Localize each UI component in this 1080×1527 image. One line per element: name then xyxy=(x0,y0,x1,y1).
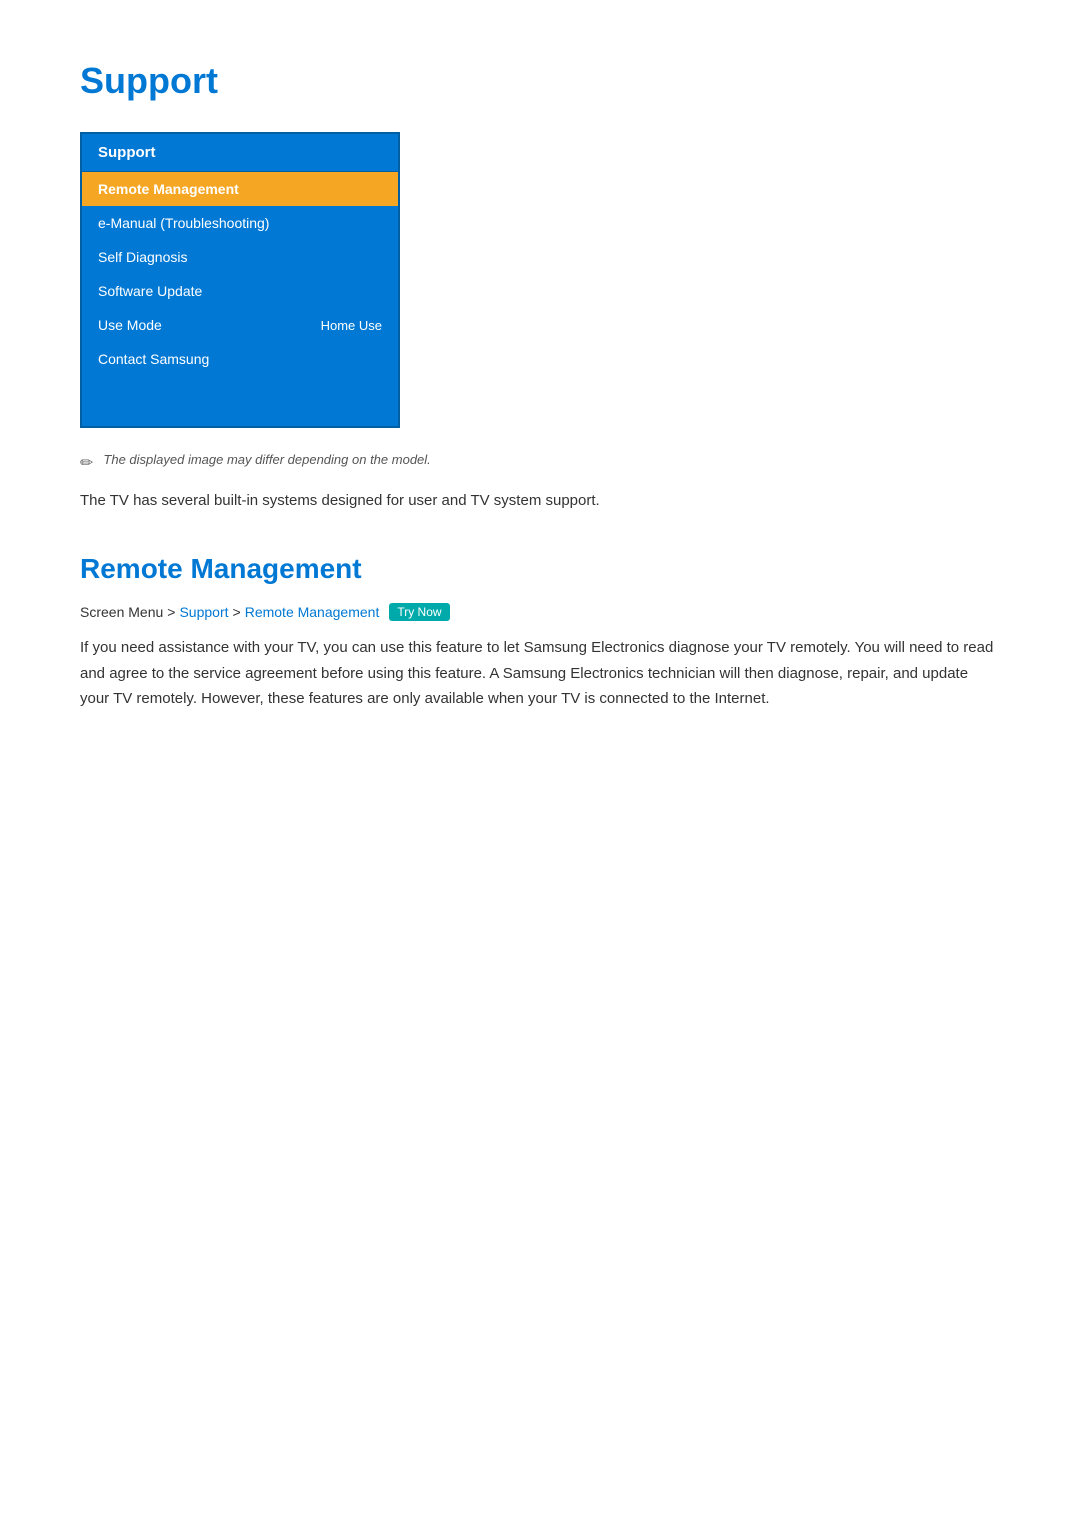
menu-item-label: Software Update xyxy=(98,283,202,299)
menu-item-contact-samsung[interactable]: Contact Samsung xyxy=(82,342,398,376)
pencil-icon: ✏ xyxy=(80,453,93,473)
menu-footer xyxy=(82,376,398,426)
page-title: Support xyxy=(80,60,1000,102)
remote-management-body: If you need assistance with your TV, you… xyxy=(80,635,1000,712)
menu-item-label: Use Mode xyxy=(98,317,162,333)
menu-item-value: Home Use xyxy=(321,318,382,333)
menu-panel: Support Remote Management e-Manual (Trou… xyxy=(80,132,400,428)
menu-item-use-mode[interactable]: Use Mode Home Use xyxy=(82,308,398,342)
menu-item-label: e-Manual (Troubleshooting) xyxy=(98,215,269,231)
menu-item-self-diagnosis[interactable]: Self Diagnosis xyxy=(82,240,398,274)
breadcrumb-separator-2: > xyxy=(233,604,241,620)
page-description: The TV has several built-in systems desi… xyxy=(80,489,1000,513)
menu-item-label: Contact Samsung xyxy=(98,351,209,367)
menu-item-emanual[interactable]: e-Manual (Troubleshooting) xyxy=(82,206,398,240)
menu-item-software-update[interactable]: Software Update xyxy=(82,274,398,308)
try-now-badge[interactable]: Try Now xyxy=(389,603,449,621)
menu-item-label: Self Diagnosis xyxy=(98,249,188,265)
note-text: The displayed image may differ depending… xyxy=(103,452,430,467)
breadcrumb-start: Screen Menu xyxy=(80,604,163,620)
menu-header: Support xyxy=(82,134,398,172)
breadcrumb-separator-1: > xyxy=(167,604,175,620)
section-title-remote-management: Remote Management xyxy=(80,553,1000,585)
breadcrumb: Screen Menu > Support > Remote Managemen… xyxy=(80,603,1000,621)
breadcrumb-link-remote-management[interactable]: Remote Management xyxy=(245,604,380,620)
breadcrumb-link-support[interactable]: Support xyxy=(179,604,228,620)
menu-item-remote-management[interactable]: Remote Management xyxy=(82,172,398,206)
note-row: ✏ The displayed image may differ dependi… xyxy=(80,452,1000,473)
